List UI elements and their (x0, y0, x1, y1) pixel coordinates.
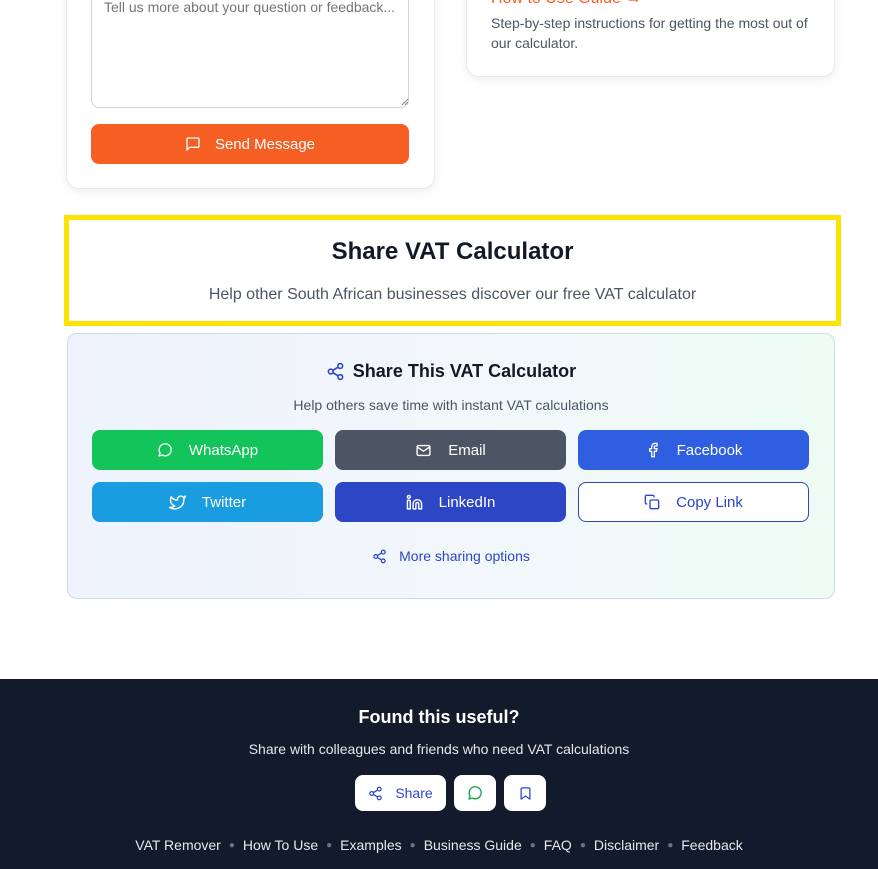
footer-share-label: Share (395, 785, 433, 801)
share-icon (373, 549, 386, 563)
footer-link-vat-remover[interactable]: VAT Remover (135, 837, 221, 853)
contact-card: Send Message (67, 0, 434, 188)
footer-link-feedback[interactable]: Feedback (681, 837, 742, 853)
mail-icon (416, 444, 431, 456)
share-icon (369, 786, 383, 800)
email-label: Email (448, 441, 486, 459)
email-share-button[interactable]: Email (335, 430, 566, 470)
footer-link-how-to-use[interactable]: How To Use (243, 837, 318, 853)
footer-links: VAT Remover ● How To Use ● Examples ● Bu… (0, 837, 878, 853)
bookmark-icon (520, 786, 530, 800)
footer-link-business-guide[interactable]: Business Guide (424, 837, 522, 853)
linkedin-share-button[interactable]: LinkedIn (335, 482, 566, 522)
footer: Found this useful? Share with colleagues… (0, 679, 878, 869)
link-separator: ● (529, 839, 536, 851)
copy-link-label: Copy Link (676, 493, 743, 511)
share-panel-subtitle: Help others save time with instant VAT c… (293, 397, 609, 413)
footer-link-disclaimer[interactable]: Disclaimer (594, 837, 659, 853)
footer-actions: Share (355, 775, 546, 811)
link-separator: ● (409, 839, 416, 851)
facebook-icon (648, 442, 658, 458)
send-message-button[interactable]: Send Message (91, 124, 409, 164)
copy-link-button[interactable]: Copy Link (578, 482, 809, 522)
how-to-use-guide-link[interactable]: How to Use Guide → (491, 0, 641, 8)
share-icon (327, 362, 344, 381)
message-square-icon (186, 137, 200, 151)
footer-link-faq[interactable]: FAQ (544, 837, 572, 853)
footer-bookmark-button[interactable] (504, 775, 546, 811)
whatsapp-icon (158, 443, 172, 457)
share-panel-heading: Share This VAT Calculator (68, 361, 834, 382)
share-header-subtitle: Help other South African businesses disc… (208, 286, 697, 303)
linkedin-label: LinkedIn (438, 493, 496, 511)
more-sharing-options-label: More sharing options (399, 548, 530, 564)
more-sharing-options-link[interactable]: More sharing options (68, 548, 834, 564)
twitter-label: Twitter (201, 493, 247, 511)
copy-icon (644, 494, 660, 510)
message-textarea[interactable] (91, 0, 409, 108)
guide-description: Step-by-step instructions for getting th… (491, 15, 808, 51)
footer-whatsapp-button[interactable] (454, 775, 496, 811)
share-header-section: Share VAT Calculator Help other South Af… (64, 215, 841, 326)
link-separator: ● (579, 839, 586, 851)
whatsapp-icon (468, 786, 482, 800)
link-separator: ● (326, 839, 333, 851)
twitter-share-button[interactable]: Twitter (92, 482, 323, 522)
guide-card: How to Use Guide → Step-by-step instruct… (467, 0, 834, 76)
footer-link-examples[interactable]: Examples (340, 837, 401, 853)
facebook-share-button[interactable]: Facebook (578, 430, 809, 470)
footer-share-button[interactable]: Share (355, 775, 446, 811)
twitter-icon (168, 494, 186, 510)
facebook-label: Facebook (676, 441, 743, 459)
share-panel-title: Share This VAT Calculator (352, 361, 577, 381)
footer-title: Found this useful? (358, 707, 520, 727)
footer-subtitle: Share with colleagues and friends who ne… (248, 741, 630, 757)
linkedin-icon (406, 494, 422, 510)
whatsapp-label: WhatsApp (188, 441, 259, 459)
link-separator: ● (228, 839, 235, 851)
resize-grip-icon[interactable] (401, 98, 409, 106)
share-header-title: Share VAT Calculator (331, 238, 574, 265)
whatsapp-share-button[interactable]: WhatsApp (92, 430, 323, 470)
send-message-label: Send Message (214, 135, 316, 153)
share-panel: Share This VAT Calculator Help others sa… (67, 333, 835, 599)
link-separator: ● (667, 839, 674, 851)
